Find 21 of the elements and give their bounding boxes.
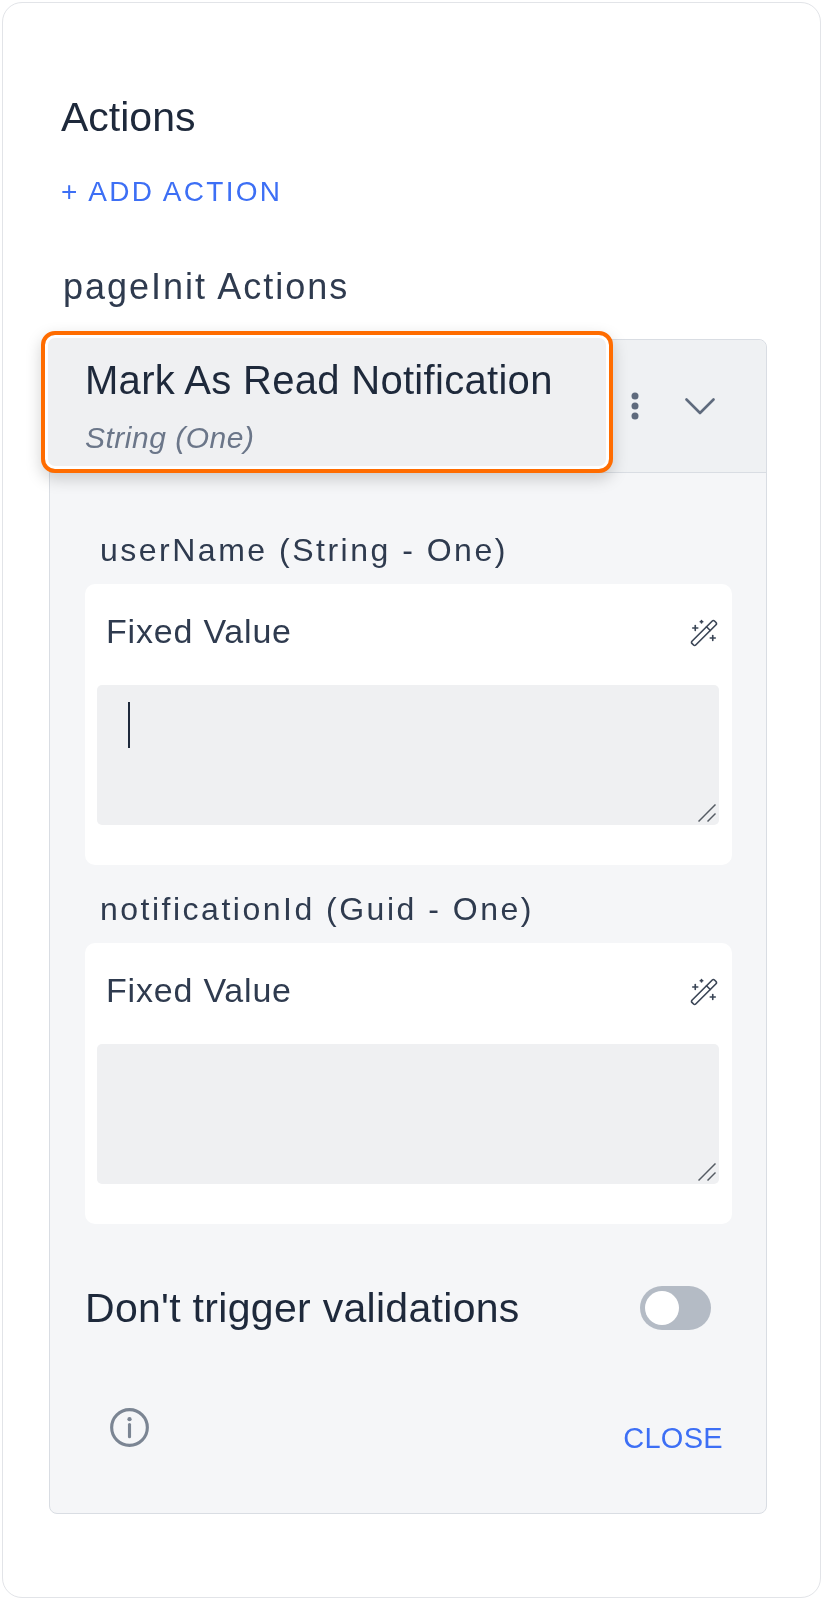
magic-wand-icon[interactable] — [689, 618, 719, 648]
fixed-value-field[interactable] — [97, 685, 719, 825]
group-title: pageInit Actions — [63, 269, 351, 305]
add-action-button[interactable]: + ADD ACTION — [61, 178, 283, 206]
parameter-label: userName (String - One) — [100, 534, 509, 566]
resize-handle-icon[interactable] — [698, 804, 716, 822]
validation-toggle[interactable] — [640, 1286, 711, 1330]
chevron-down-icon[interactable] — [685, 397, 715, 415]
section-title: Actions — [61, 97, 197, 138]
value-source-label: Fixed Value — [106, 973, 292, 1007]
fixed-value-field[interactable] — [97, 1044, 719, 1184]
parameter-label: notificationId (Guid - One) — [100, 893, 535, 925]
close-button[interactable]: CLOSE — [623, 1424, 723, 1453]
action-title: Mark As Read Notification — [85, 360, 554, 400]
value-source-label: Fixed Value — [106, 614, 292, 648]
magic-wand-icon[interactable] — [689, 977, 719, 1007]
info-icon[interactable] — [110, 1408, 149, 1447]
toggle-label: Don't trigger validations — [85, 1287, 520, 1329]
more-menu-icon[interactable] — [631, 392, 639, 420]
resize-handle-icon[interactable] — [698, 1163, 716, 1181]
action-subtitle: String (One) — [85, 423, 256, 453]
